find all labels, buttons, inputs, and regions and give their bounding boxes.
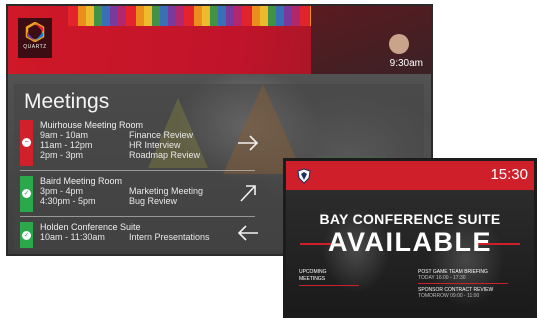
upcoming-event: POST GAME TEAM BRIEFING TODAY 16:00 - 17…: [418, 269, 488, 281]
arrow-right-icon[interactable]: [236, 134, 260, 152]
upcoming-label-line1: UPCOMING: [299, 269, 327, 275]
current-time: 15:30: [490, 166, 528, 183]
divider: [20, 216, 255, 217]
slot-time: 3pm - 4pm: [40, 186, 84, 196]
slot-time: 9am - 10am: [40, 130, 89, 140]
display-header: 15:30: [286, 161, 534, 190]
divider: [20, 170, 255, 171]
arrow-up-right-icon[interactable]: [236, 184, 260, 202]
room-name: BAY CONFERENCE SUITE: [319, 211, 501, 227]
status-bar-available: ✓: [20, 222, 33, 248]
slot-title: HR Interview: [129, 140, 181, 150]
room-name: Muirhouse Meeting Room: [40, 120, 144, 130]
arrow-left-icon[interactable]: [236, 224, 260, 242]
upcoming-label-line2: MEETINGS: [299, 276, 326, 282]
event-time: TODAY 16:00 - 17:30: [418, 275, 466, 281]
check-circle-icon: ✓: [22, 189, 31, 198]
display-header: QUARTZ 9:30am: [8, 6, 431, 74]
slot-title: Bug Review: [129, 196, 178, 206]
check-circle-icon: ✓: [22, 231, 31, 240]
upcoming-label: UPCOMING MEETINGS: [299, 269, 327, 283]
slot-title: Intern Presentations: [129, 232, 210, 242]
minus-circle-icon: −: [22, 138, 31, 147]
room-availability-display: 15:30 BAY CONFERENCE SUITE AVAILABLE UPC…: [283, 158, 537, 318]
slot-title: Marketing Meeting: [129, 186, 204, 196]
crest-logo-icon: [297, 168, 311, 184]
room-name: Holden Conference Suite: [40, 222, 141, 232]
slot-time: 2pm - 3pm: [40, 150, 84, 160]
divider: [418, 283, 508, 284]
slot-time: 10am - 11:30am: [40, 232, 105, 242]
logo-text: QUARTZ: [23, 44, 47, 50]
availability-status: AVAILABLE: [328, 227, 492, 257]
divider: [299, 285, 359, 286]
slot-title: Roadmap Review: [129, 150, 201, 160]
slot-time: 11am - 12pm: [40, 140, 93, 150]
status-bar-busy: −: [20, 120, 33, 166]
upcoming-event: SPONSOR CONTRACT REVIEW TOMORROW 09:00 -…: [418, 287, 493, 299]
event-time: TOMORROW 09:00 - 11:00: [418, 293, 480, 299]
quartz-logo: QUARTZ: [18, 18, 52, 58]
slot-time: 4:30pm - 5pm: [40, 196, 96, 206]
page-title: Meetings: [24, 90, 110, 113]
status-bar-available: ✓: [20, 176, 33, 212]
hexagon-logo-icon: [25, 22, 45, 42]
current-time: 9:30am: [389, 58, 423, 69]
room-name: Baird Meeting Room: [40, 176, 123, 186]
slot-title: Finance Review: [129, 130, 194, 140]
header-person-image: [389, 34, 409, 54]
